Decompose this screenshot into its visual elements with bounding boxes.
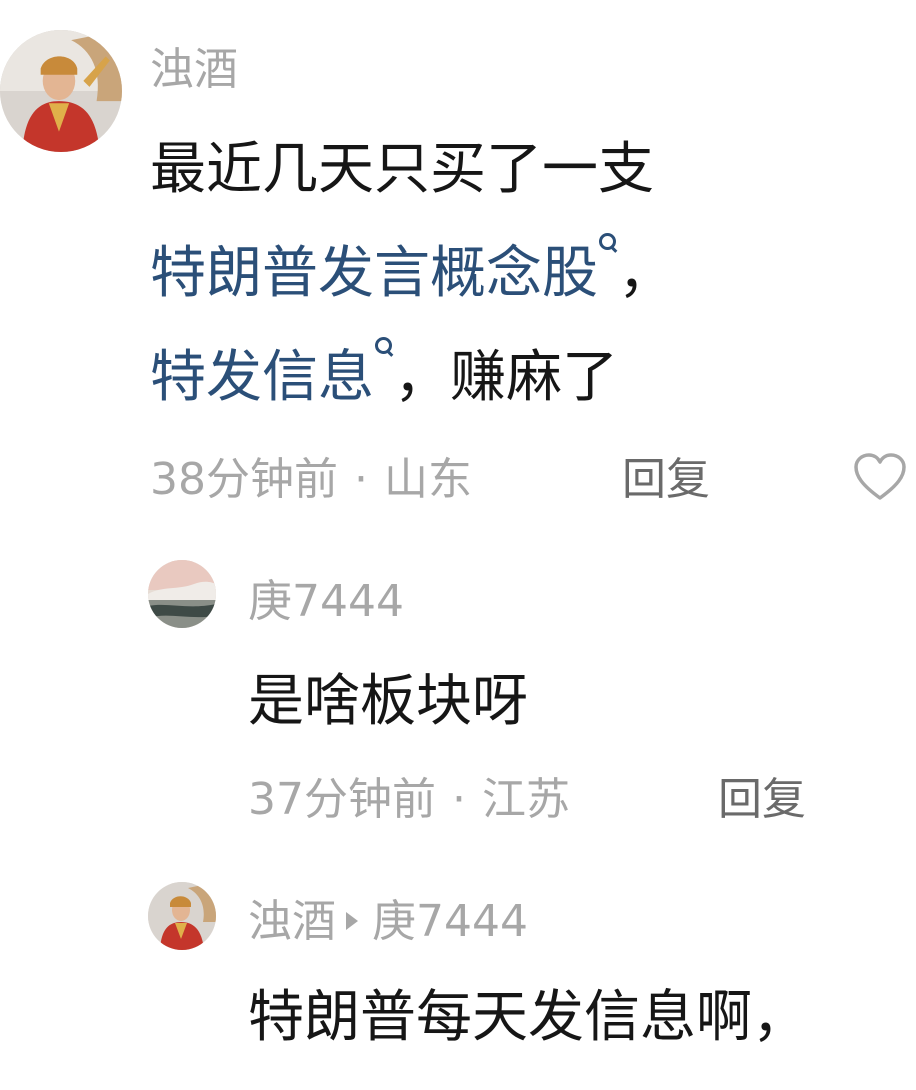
comment-text: 最近几天只买了一支 特朗普发言概念股 ， 特发信息 ，赚麻了 <box>150 118 674 430</box>
stock-link[interactable]: 特发信息 <box>150 337 394 410</box>
reply-username[interactable]: 庚7444 <box>248 576 404 628</box>
search-icon <box>598 232 618 260</box>
comment-location: 山东 <box>384 454 472 505</box>
avatar[interactable] <box>0 30 122 152</box>
topic-link-label: 特朗普发言概念股 <box>150 241 598 306</box>
reply-avatar[interactable] <box>148 882 216 950</box>
avatar-image <box>148 560 216 628</box>
reply-avatar[interactable] <box>148 560 216 628</box>
meta-separator: · <box>354 454 368 505</box>
comment-text-line1: 最近几天只买了一支 <box>150 137 654 202</box>
reply-text: 是啥板块呀 <box>248 669 528 734</box>
reply-button[interactable]: 回复 <box>622 454 710 506</box>
heart-outline-icon[interactable] <box>852 452 908 502</box>
topic-link[interactable]: 特朗普发言概念股 <box>150 233 618 306</box>
reply-arrow-icon <box>346 912 358 930</box>
reply-target[interactable]: 庚7444 <box>372 896 528 947</box>
reply-button[interactable]: 回复 <box>718 774 806 826</box>
reply-text: 特朗普每天发信息啊， <box>248 985 808 1050</box>
search-icon <box>374 336 394 364</box>
comment-punctuation: ， <box>618 241 674 306</box>
comment-time: 38分钟前 <box>150 454 338 505</box>
reply-author[interactable]: 浊酒 <box>248 896 336 947</box>
comment-username[interactable]: 浊酒 <box>150 44 238 96</box>
stock-link-label: 特发信息 <box>150 345 374 410</box>
reply-username: 浊酒 庚7444 <box>248 896 528 948</box>
reply-meta: 37分钟前 · 江苏 <box>248 774 570 826</box>
reply-time: 37分钟前 <box>248 774 436 825</box>
comment-text-tail: ，赚麻了 <box>394 345 618 410</box>
meta-separator: · <box>452 774 466 825</box>
avatar-image <box>148 882 216 950</box>
comment-text-line2: 特朗普发言概念股 ， <box>150 222 674 326</box>
comment-text-line3: 特发信息 ，赚麻了 <box>150 326 674 430</box>
reply-location: 江苏 <box>482 774 570 825</box>
comment-meta: 38分钟前 · 山东 <box>150 454 472 506</box>
avatar-image <box>0 30 122 152</box>
